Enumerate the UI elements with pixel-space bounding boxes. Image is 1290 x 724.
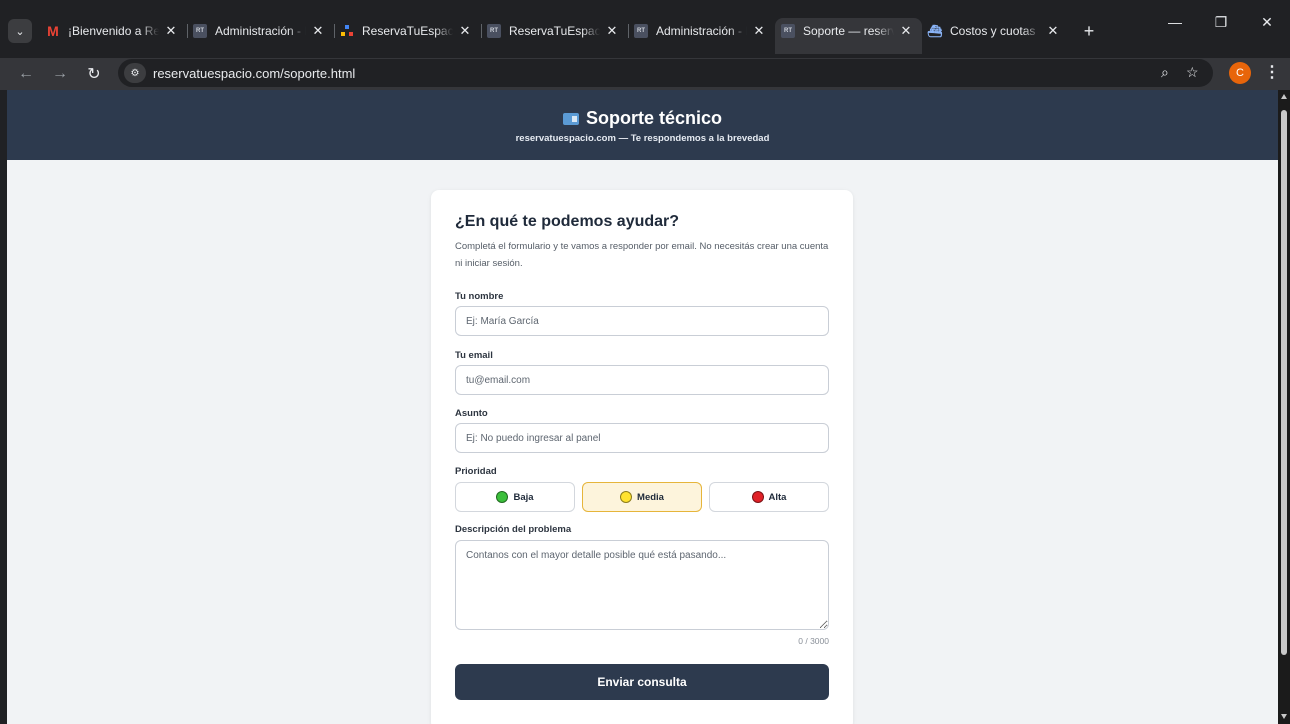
priority-alta-button[interactable]: Alta [709,482,829,512]
priority-label-text: Baja [513,491,534,503]
tab-costos-y-cuotas[interactable]: ⛴ Costos y cuotas ✕ [922,18,1069,44]
tab-administracion-2[interactable]: RT Administración - ReservaTuEspacio ✕ [628,18,775,44]
close-icon[interactable]: ✕ [457,23,473,39]
support-form-card: ¿En qué te podemos ayudar? Completá el f… [431,190,853,724]
submit-button[interactable]: Enviar consulta [455,664,829,700]
close-icon[interactable]: ✕ [898,23,914,39]
restore-icon[interactable]: ❐ [1198,14,1244,31]
back-arrow-icon[interactable]: ← [14,62,38,86]
priority-baja-button[interactable]: Baja [455,482,575,512]
email-label: Tu email [455,350,493,361]
tab-title: Soporte — reservatuespacio.com [803,24,894,38]
colored-dots-icon [340,24,354,38]
priority-media-button[interactable]: Media [582,482,702,512]
page-title: Soporte técnico [7,108,1278,129]
zoom-icon[interactable]: ⌕ [1161,64,1169,81]
close-icon[interactable]: ✕ [604,23,620,39]
rt-icon: RT [193,24,207,38]
tab-title: Costos y cuotas [950,24,1036,38]
name-label: Tu nombre [455,291,504,302]
tab-title: ReservaTuEspacio [362,24,453,38]
subject-label: Asunto [455,408,488,419]
tab-title: Administración - ReservaTuEspacio [215,24,306,38]
subject-input[interactable] [455,423,829,453]
close-icon[interactable]: ✕ [1045,23,1061,39]
tab-reservatuespacio-2[interactable]: RT ReservaTuEspacio ✕ [481,18,628,44]
page-viewport: Soporte técnico reservatuespacio.com — T… [7,90,1278,724]
close-icon[interactable]: ✕ [751,23,767,39]
ticket-icon [562,112,579,125]
tab-bienvenido[interactable]: M ¡Bienvenido a ReservaTuEspacio ✕ [40,18,187,44]
tab-soporte[interactable]: RT Soporte — reservatuespacio.com ✕ [775,18,922,54]
page-title-text: Soporte técnico [585,108,723,128]
site-settings-icon[interactable]: ⚙ [124,63,146,83]
address-bar[interactable]: ⚙ reservatuespacio.com/soporte.html ⌕ ☆ [118,59,1213,87]
page-header: Soporte técnico reservatuespacio.com — T… [7,90,1278,160]
scrollbar-thumb[interactable] [1281,110,1287,655]
rt-icon: RT [634,24,648,38]
tab-administracion-1[interactable]: RT Administración - ReservaTuEspacio ✕ [187,18,334,44]
close-icon[interactable]: ✕ [310,23,326,39]
name-input[interactable] [455,306,829,336]
green-circle-icon [496,491,509,503]
rt-icon: RT [487,24,501,38]
red-circle-icon [751,491,764,503]
window-controls: — ❐ ✕ [1152,14,1290,31]
page-subtitle: reservatuespacio.com — Te respondemos a … [515,133,770,144]
close-icon[interactable]: ✕ [163,23,179,39]
bookmark-star-icon[interactable]: ☆ [1186,64,1199,81]
more-menu-icon[interactable]: ⋮ [1264,62,1280,82]
char-counter: 0 / 3000 [798,636,829,646]
forward-arrow-icon[interactable]: → [48,62,72,86]
yellow-circle-icon [620,491,633,503]
email-input[interactable] [455,365,829,395]
tab-strip: ⌄ M ¡Bienvenido a ReservaTuEspacio ✕ RT … [8,18,1099,54]
priority-label-text: Media [637,491,664,503]
tab-title: ¡Bienvenido a ReservaTuEspacio [68,24,159,38]
close-window-icon[interactable]: ✕ [1244,14,1290,31]
tab-title: Administración - ReservaTuEspacio [656,24,747,38]
minimize-icon[interactable]: — [1152,14,1198,31]
new-tab-button[interactable]: + [1079,21,1099,42]
url-text[interactable]: reservatuespacio.com/soporte.html [153,66,355,81]
priority-label: Prioridad [455,466,497,477]
priority-label-text: Alta [768,491,787,503]
form-description: Completá el formulario y te vamos a resp… [455,241,829,269]
tab-search-button[interactable]: ⌄ [8,19,32,43]
form-title: ¿En qué te podemos ayudar? [455,213,680,230]
description-label: Descripción del problema [455,524,572,535]
tab-title: ReservaTuEspacio [509,24,600,38]
profile-avatar[interactable]: C [1229,62,1251,84]
reload-icon[interactable]: ↻ [82,62,106,86]
rt-icon: RT [781,24,795,38]
description-textarea[interactable] [455,540,829,630]
page-scrollbar[interactable] [1278,90,1290,724]
scroll-down-arrow-icon[interactable] [1281,714,1287,719]
browser-tab-bar: ⌄ M ¡Bienvenido a ReservaTuEspacio ✕ RT … [0,0,1290,58]
browser-toolbar: ← → ↻ ⚙ reservatuespacio.com/soporte.htm… [0,58,1290,90]
scroll-up-arrow-icon[interactable] [1281,94,1287,99]
gmail-icon: M [47,23,59,39]
boat-icon: ⛴ [927,24,943,38]
tab-reservatuespacio-1[interactable]: ReservaTuEspacio ✕ [334,18,481,44]
